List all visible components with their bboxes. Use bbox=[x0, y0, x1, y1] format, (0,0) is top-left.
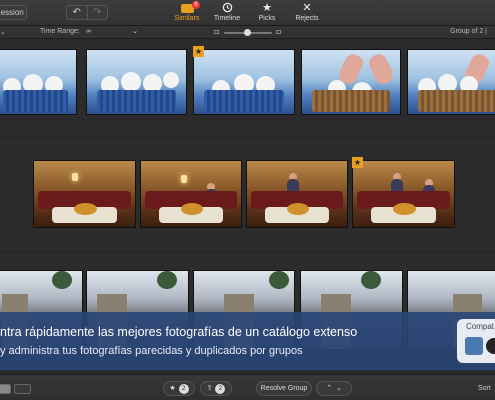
promo-banner: ntra rápidamente las mejores fotografías… bbox=[0, 312, 495, 370]
chevron-up-icon[interactable]: ⌃ bbox=[326, 385, 332, 392]
tool-picks[interactable]: ★ Picks bbox=[247, 2, 287, 24]
share-icon: ⇪ bbox=[206, 385, 213, 392]
app-window: Session ↶ ↷ Similars 6 Timeline ★ Picks … bbox=[0, 0, 495, 400]
similars-badge: 6 bbox=[192, 1, 200, 9]
picks-count-button[interactable]: ★ 2 bbox=[163, 381, 195, 396]
tool-similars-label: Similars bbox=[174, 15, 200, 22]
group-indicator: Group of 2 | bbox=[450, 28, 487, 35]
photo-thumbnail-picked[interactable] bbox=[193, 49, 295, 115]
compat-label: Compat bbox=[466, 322, 495, 331]
session-button[interactable]: Session bbox=[0, 5, 27, 20]
picks-count: 2 bbox=[178, 384, 189, 394]
time-range-label: Time Range: bbox=[40, 28, 80, 35]
photo-thumbnail[interactable] bbox=[246, 160, 348, 228]
small-thumb-icon bbox=[214, 30, 219, 34]
tool-timeline[interactable]: Timeline bbox=[207, 2, 247, 24]
time-range-value: ∞ bbox=[86, 28, 91, 35]
filter-bar: ⌄ Time Range: ∞ ⌄ Group of 2 | bbox=[0, 26, 495, 39]
photo-thumbnail-picked[interactable] bbox=[352, 160, 455, 228]
sort-label[interactable]: Sort bbox=[478, 385, 491, 392]
banner-title: ntra rápidamente las mejores fotografías… bbox=[0, 325, 358, 339]
compare-view-button[interactable] bbox=[14, 384, 31, 394]
photos-app-icon bbox=[465, 337, 483, 355]
history-nav: ↶ ↷ bbox=[66, 5, 108, 20]
large-thumb-icon bbox=[276, 30, 281, 34]
tool-rejects-label: Rejects bbox=[295, 15, 319, 22]
time-range-select[interactable]: ∞ ⌄ bbox=[86, 27, 138, 37]
tool-timeline-label: Timeline bbox=[213, 15, 241, 22]
row-divider bbox=[0, 137, 495, 138]
compat-card: Compat bbox=[457, 319, 495, 363]
clock-icon bbox=[207, 2, 247, 15]
photo-thumbnail[interactable] bbox=[407, 49, 495, 115]
star-icon: ★ bbox=[169, 385, 176, 392]
similars-icon bbox=[167, 2, 207, 15]
aperture-app-icon bbox=[486, 338, 495, 354]
share-count-button[interactable]: ⇪ 2 bbox=[200, 381, 232, 396]
banner-subtitle: y administra tus fotografías parecidas y… bbox=[0, 345, 303, 357]
thumbnail-size-slider[interactable] bbox=[214, 29, 282, 36]
tool-picks-label: Picks bbox=[258, 15, 276, 22]
forward-button[interactable]: ↷ bbox=[86, 6, 108, 19]
pick-star-icon: ★ bbox=[352, 157, 363, 168]
tool-similars[interactable]: Similars bbox=[167, 2, 207, 24]
star-icon: ★ bbox=[262, 2, 272, 14]
row-divider bbox=[0, 252, 495, 253]
back-button[interactable]: ↶ bbox=[67, 6, 87, 19]
tool-rejects[interactable]: ✕ Rejects bbox=[287, 2, 327, 24]
share-count: 2 bbox=[215, 384, 226, 394]
chevron-down-icon[interactable]: ⌄ bbox=[336, 385, 342, 392]
chevron-down-icon[interactable]: ⌄ bbox=[0, 28, 6, 36]
pick-star-icon: ★ bbox=[193, 46, 204, 57]
main-toolbar: Session ↶ ↷ Similars 6 Timeline ★ Picks … bbox=[0, 0, 495, 26]
photo-thumbnail[interactable] bbox=[140, 160, 242, 228]
photo-thumbnail[interactable] bbox=[33, 160, 136, 228]
chevron-down-icon: ⌄ bbox=[132, 28, 138, 35]
slider-thumb[interactable] bbox=[244, 29, 251, 36]
photo-thumbnail[interactable] bbox=[86, 49, 187, 115]
group-nav-buttons: ⌃ ⌄ bbox=[316, 381, 352, 396]
grid-view-button[interactable] bbox=[0, 384, 11, 394]
photo-thumbnail[interactable] bbox=[301, 49, 401, 115]
bottom-bar: ★ 2 ⇪ 2 Resolve Group ⌃ ⌄ Sort bbox=[0, 374, 495, 400]
x-icon: ✕ bbox=[302, 2, 312, 14]
resolve-group-button[interactable]: Resolve Group bbox=[256, 381, 312, 396]
photo-thumbnail[interactable] bbox=[0, 49, 77, 115]
